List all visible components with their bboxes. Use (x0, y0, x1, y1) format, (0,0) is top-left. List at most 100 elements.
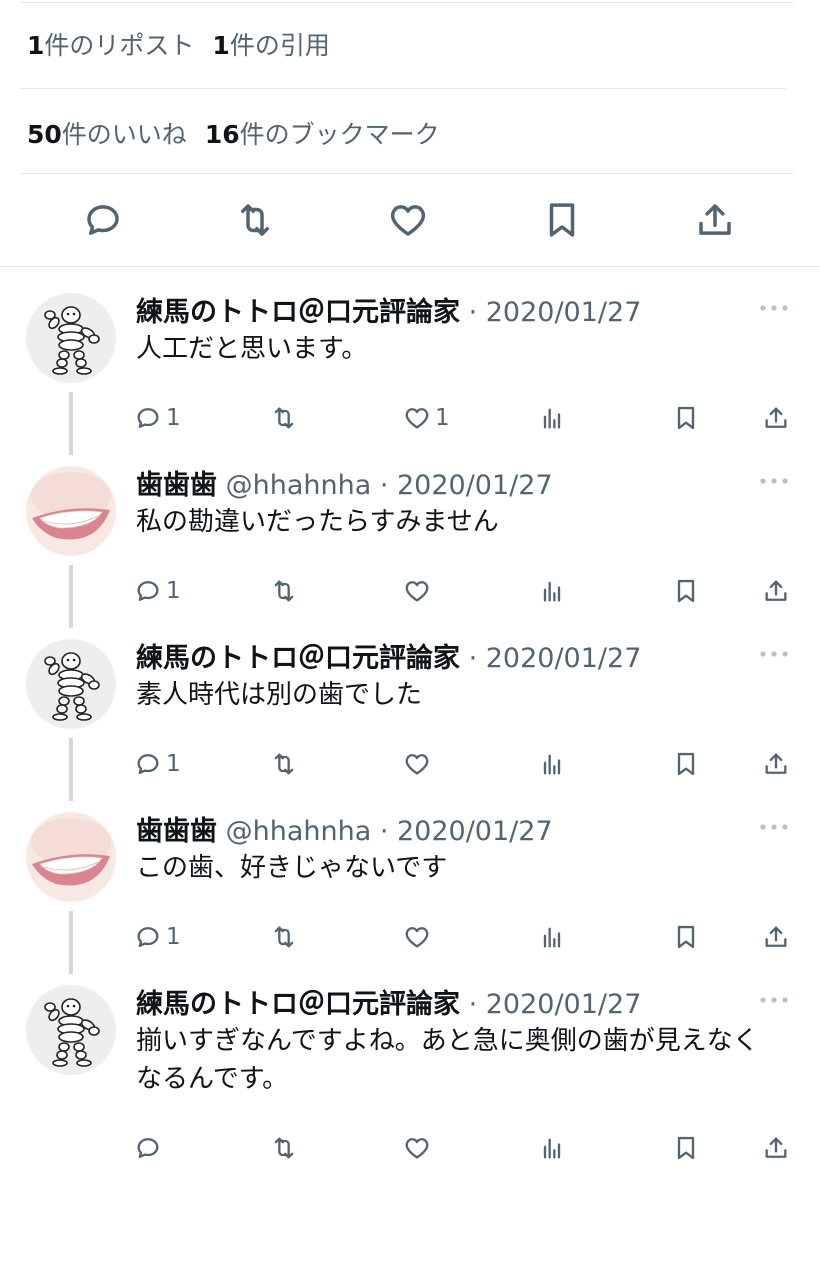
like-icon (405, 927, 429, 948)
repost-icon (274, 753, 294, 775)
reply-date[interactable]: 2020/01/27 (397, 470, 553, 501)
display-name[interactable]: 練馬のトトロ＠口元評論家 (136, 297, 460, 328)
reply-icon (87, 205, 119, 235)
avatar[interactable] (26, 985, 116, 1075)
likes-count[interactable]: 50 (27, 120, 62, 149)
divider (20, 2, 794, 3)
share-icon (765, 753, 787, 774)
more-icon (760, 305, 788, 311)
views-button[interactable] (538, 921, 566, 953)
avatar[interactable] (26, 812, 116, 902)
reply-text: 素人時代は別の歯でした (136, 680, 423, 710)
repost-button[interactable] (270, 575, 298, 607)
reply-date[interactable]: 2020/01/27 (486, 989, 642, 1020)
more-options-button[interactable] (757, 817, 791, 837)
reply-text: 私の勘違いだったらすみません (136, 507, 499, 537)
reply-date[interactable]: 2020/01/27 (397, 816, 553, 847)
repost-button[interactable] (270, 748, 298, 780)
share-button[interactable] (762, 575, 790, 607)
views-button[interactable] (538, 402, 566, 434)
share-button[interactable] (762, 748, 790, 780)
handle[interactable]: @hhahnha (226, 816, 372, 847)
reply-header: 練馬のトトロ＠口元評論家 · 2020/01/27 (136, 290, 641, 329)
reply-button[interactable] (81, 198, 125, 242)
reposts-label[interactable]: 件のリポスト (44, 31, 194, 60)
thread-connector (69, 911, 73, 974)
more-icon (760, 997, 788, 1003)
more-options-button[interactable] (757, 298, 791, 318)
more-icon (760, 651, 788, 657)
reply-header: 練馬のトトロ＠口元評論家 · 2020/01/27 (136, 636, 641, 675)
reply-icon (137, 581, 159, 601)
like-button[interactable]: 1 (403, 402, 450, 434)
reply-date[interactable]: 2020/01/27 (486, 297, 642, 328)
reply-button[interactable]: 1 (134, 575, 181, 607)
share-button[interactable] (762, 1132, 790, 1164)
more-options-button[interactable] (757, 990, 791, 1010)
avatar[interactable] (26, 466, 116, 556)
smile-avatar (26, 466, 116, 556)
like-button[interactable] (403, 575, 431, 607)
display-name[interactable]: 歯歯歯 (136, 470, 217, 501)
repost-button[interactable] (270, 921, 298, 953)
bookmark-button[interactable] (540, 198, 584, 242)
bookmark-button[interactable] (672, 748, 700, 780)
divider (0, 266, 820, 267)
share-icon (699, 204, 731, 235)
bookmark-button[interactable] (672, 575, 700, 607)
reposts-count[interactable]: 1 (27, 31, 44, 60)
repost-button[interactable] (270, 402, 298, 434)
more-options-button[interactable] (757, 471, 791, 491)
bookmarks-label[interactable]: 件のブックマーク (240, 120, 440, 149)
reply-date[interactable]: 2020/01/27 (486, 643, 642, 674)
like-icon (390, 205, 426, 236)
bookmark-button[interactable] (672, 1132, 700, 1164)
share-button[interactable] (762, 921, 790, 953)
like-button[interactable] (403, 748, 431, 780)
michelin-avatar (26, 293, 116, 383)
likes-label[interactable]: 件のいいね (62, 120, 187, 149)
quotes-label[interactable]: 件の引用 (230, 31, 330, 60)
handle[interactable]: @hhahnha (226, 470, 372, 501)
share-icon (765, 580, 787, 601)
bookmark-icon (549, 203, 575, 237)
separator-dot: · (371, 470, 397, 501)
repost-quote-stats: 1件のリポスト 1件の引用 (27, 26, 330, 62)
like-icon (405, 754, 429, 775)
avatar[interactable] (26, 293, 116, 383)
display-name[interactable]: 練馬のトトロ＠口元評論家 (136, 989, 460, 1020)
more-options-button[interactable] (757, 644, 791, 664)
reply-button[interactable]: 1 (134, 402, 181, 434)
bookmark-button[interactable] (672, 921, 700, 953)
reply-icon (137, 754, 159, 774)
reply-button[interactable] (134, 1132, 162, 1164)
share-button[interactable] (693, 198, 737, 242)
repost-button[interactable] (233, 198, 277, 242)
bookmarks-count[interactable]: 16 (205, 120, 240, 149)
thread-connector (69, 738, 73, 801)
thread-connector (69, 392, 73, 455)
like-button[interactable] (403, 921, 431, 953)
share-button[interactable] (762, 402, 790, 434)
reply-button[interactable]: 1 (134, 748, 181, 780)
more-icon (760, 478, 788, 484)
views-button[interactable] (538, 1132, 566, 1164)
views-icon (543, 1138, 561, 1159)
reply-text: 揃いすぎなんですよね。あと急に奥側の歯が見えなくなるんです。 (136, 1026, 759, 1094)
views-button[interactable] (538, 748, 566, 780)
reply-button[interactable]: 1 (134, 921, 181, 953)
views-button[interactable] (538, 575, 566, 607)
like-button[interactable] (403, 1132, 431, 1164)
repost-button[interactable] (270, 1132, 298, 1164)
display-name[interactable]: 練馬のトトロ＠口元評論家 (136, 643, 460, 674)
reply-header: 練馬のトトロ＠口元評論家 · 2020/01/27 (136, 982, 641, 1021)
like-icon (405, 1138, 429, 1159)
like-icon (405, 581, 429, 602)
share-icon (765, 926, 787, 947)
share-icon (765, 1137, 787, 1158)
bookmark-button[interactable] (672, 402, 700, 434)
like-button[interactable] (386, 198, 430, 242)
avatar[interactable] (26, 639, 116, 729)
display-name[interactable]: 歯歯歯 (136, 816, 217, 847)
quotes-count[interactable]: 1 (212, 31, 229, 60)
